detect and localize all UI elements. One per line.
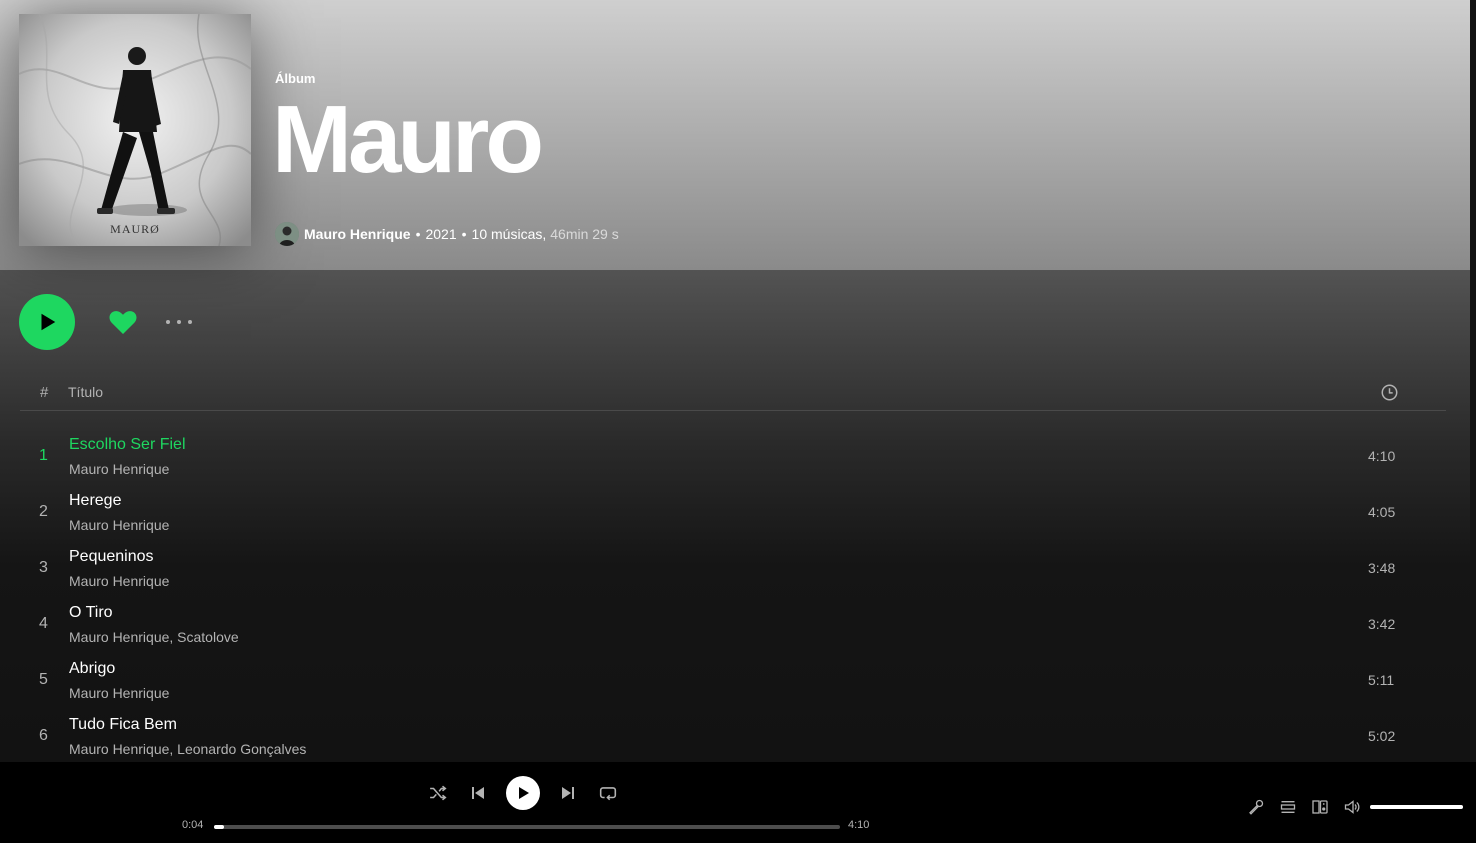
play-album-button[interactable] (19, 294, 75, 350)
track-title[interactable]: Pequeninos (69, 548, 154, 566)
tracklist-header: # Título (20, 374, 1446, 411)
play-icon (519, 787, 529, 799)
like-album-button[interactable] (107, 306, 139, 338)
track-number: 5 (39, 671, 48, 688)
track-artists[interactable]: Mauro Henrique (69, 461, 169, 477)
play-icon (41, 313, 56, 331)
more-options-button[interactable] (164, 306, 194, 338)
next-icon (562, 787, 574, 799)
main-view: MAURØ Álbum Mauro Mauro Henrique • 2021 … (0, 0, 1470, 762)
artist-link[interactable]: Mauro Henrique (304, 226, 411, 242)
lyrics-icon (1249, 799, 1264, 815)
tracklist: 1 Escolho Ser Fiel Mauro Henrique 4:10 2… (20, 428, 1446, 762)
devices-icon (1312, 800, 1328, 814)
track-artists[interactable]: Mauro Henrique, Leonardo Gonçalves (69, 741, 306, 757)
track-row[interactable]: 1 Escolho Ser Fiel Mauro Henrique 4:10 (20, 428, 1446, 484)
progress-bar[interactable] (214, 825, 840, 829)
track-row[interactable]: 4 O Tiro Mauro Henrique, Scatolove 3:42 (20, 596, 1446, 652)
column-title: Título (68, 384, 104, 400)
track-number: 6 (39, 727, 48, 744)
track-duration: 3:42 (1368, 616, 1396, 632)
track-title[interactable]: Abrigo (69, 660, 115, 678)
song-count: 10 músicas, (471, 226, 547, 242)
track-title[interactable]: Escolho Ser Fiel (69, 436, 186, 454)
action-bar (19, 294, 194, 350)
track-number: 2 (39, 503, 48, 520)
album-type-label: Álbum (275, 71, 316, 86)
shuffle-button[interactable] (426, 781, 450, 805)
track-title[interactable]: Herege (69, 492, 121, 510)
play-pause-button[interactable] (506, 776, 540, 810)
svg-text:MAURØ: MAURØ (110, 222, 160, 236)
shuffle-icon (430, 785, 447, 801)
album-year: 2021 (425, 226, 457, 242)
repeat-icon (599, 787, 617, 801)
track-artists[interactable]: Mauro Henrique (69, 517, 169, 533)
track-number: 4 (39, 615, 48, 632)
elapsed-time: 0:04 (182, 819, 204, 831)
track-duration: 5:11 (1368, 672, 1395, 688)
track-title[interactable]: Tudo Fica Bem (69, 716, 177, 734)
volume-button[interactable] (1342, 797, 1362, 817)
more-icon (166, 320, 192, 324)
track-artists[interactable]: Mauro Henrique (69, 685, 169, 701)
track-artists[interactable]: Mauro Henrique (69, 573, 169, 589)
previous-button[interactable] (466, 781, 490, 805)
total-duration: 46min 29 s (550, 226, 619, 242)
lyrics-button[interactable] (1246, 797, 1266, 817)
volume-fill (1370, 805, 1463, 809)
extra-controls (1246, 797, 1463, 817)
track-row[interactable]: 3 Pequeninos Mauro Henrique 3:48 (20, 540, 1446, 596)
scrollbar[interactable] (1470, 0, 1476, 762)
now-playing-bar: 0:04 4:10 (0, 762, 1476, 843)
album-cover: MAURØ (19, 14, 251, 246)
heart-icon (109, 311, 137, 334)
playback-controls (426, 776, 620, 810)
volume-slider[interactable] (1370, 805, 1463, 809)
queue-button[interactable] (1278, 797, 1298, 817)
meta-separator: • (415, 226, 421, 242)
album-meta: Mauro Henrique • 2021 • 10 músicas, 46mi… (275, 222, 619, 246)
track-duration: 5:02 (1368, 728, 1396, 744)
clock-icon (1381, 384, 1398, 404)
meta-separator: • (461, 226, 467, 242)
track-number: 3 (39, 559, 48, 576)
volume-icon (1344, 800, 1360, 814)
track-row[interactable]: 2 Herege Mauro Henrique 4:05 (20, 484, 1446, 540)
track-row[interactable]: 5 Abrigo Mauro Henrique 5:11 (20, 652, 1446, 708)
devices-button[interactable] (1310, 797, 1330, 817)
album-title: Mauro (272, 86, 544, 193)
track-row[interactable]: 6 Tudo Fica Bem Mauro Henrique, Leonardo… (20, 708, 1446, 762)
track-artists[interactable]: Mauro Henrique, Scatolove (69, 629, 239, 645)
repeat-button[interactable] (596, 781, 620, 805)
track-duration: 3:48 (1368, 560, 1396, 576)
track-title[interactable]: O Tiro (69, 604, 113, 622)
column-number: # (40, 384, 49, 401)
total-time: 4:10 (848, 819, 870, 831)
track-number: 1 (39, 447, 48, 464)
track-duration: 4:10 (1368, 448, 1396, 464)
previous-icon (472, 787, 484, 799)
progress-fill (214, 825, 225, 829)
queue-icon (1280, 801, 1296, 813)
next-button[interactable] (556, 781, 580, 805)
track-duration: 4:05 (1368, 504, 1396, 520)
artist-avatar[interactable] (275, 222, 299, 246)
